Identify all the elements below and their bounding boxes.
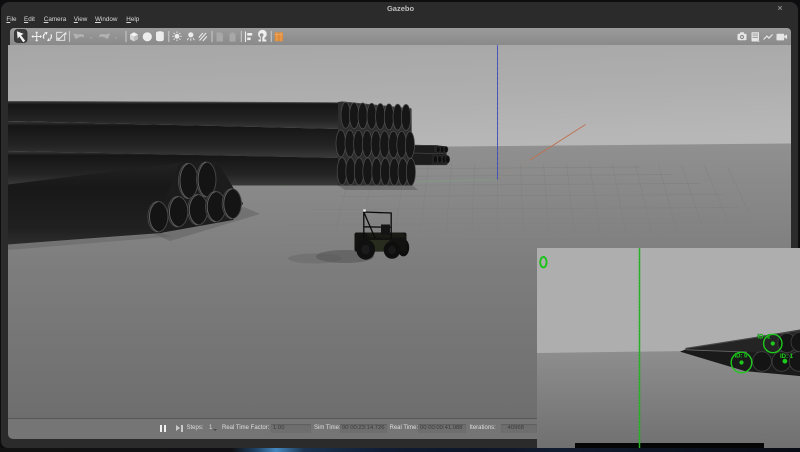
svg-text:ID: 2: ID: 2 [758,335,772,341]
svg-text:ID: 1: ID: 1 [780,354,794,360]
svg-text:ID: 0: ID: 0 [735,354,749,360]
